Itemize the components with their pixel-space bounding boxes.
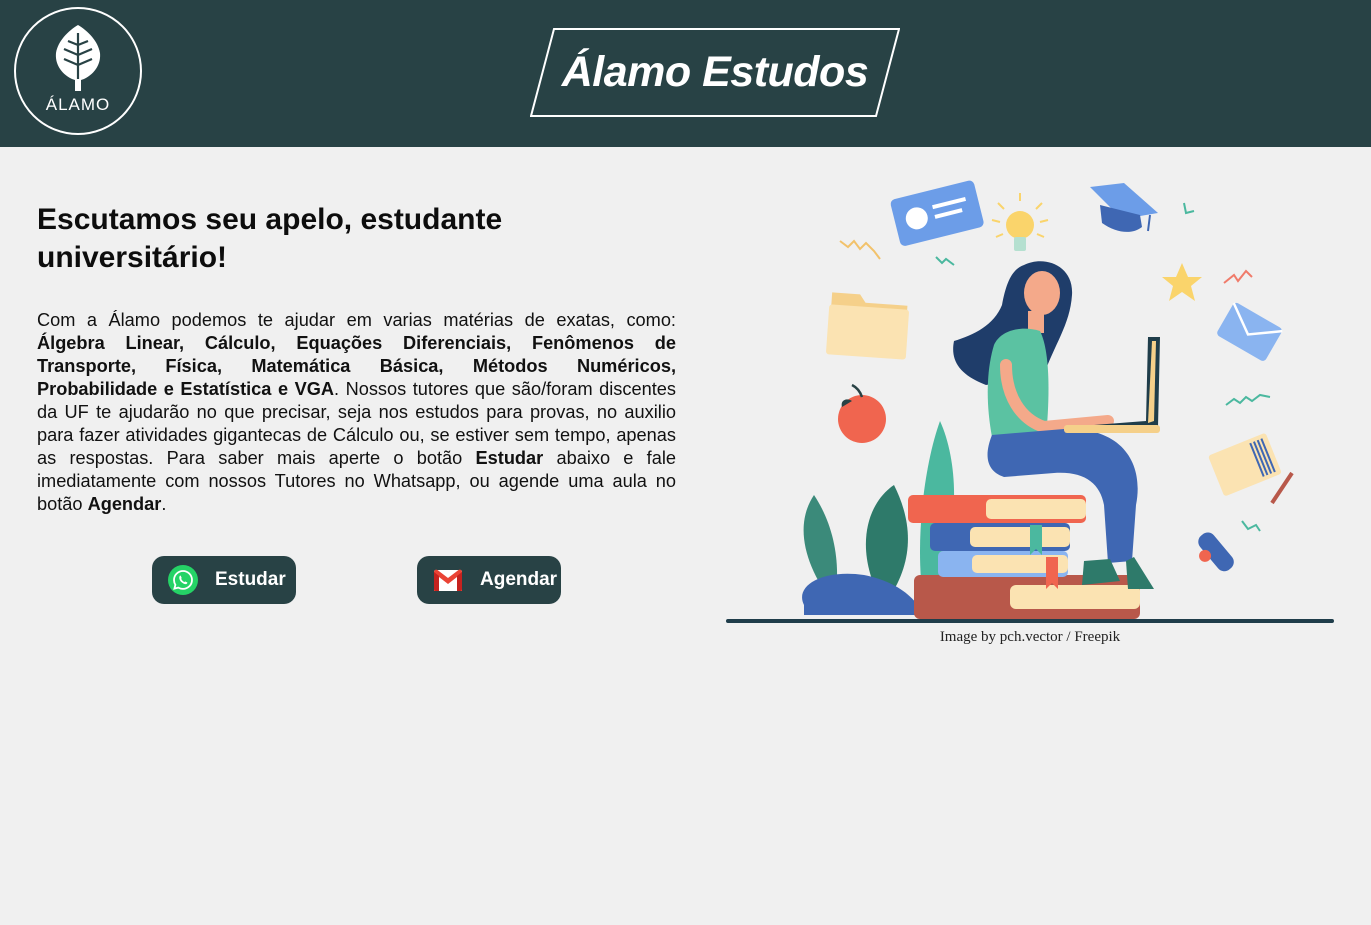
agendar-label: Agendar (480, 569, 558, 590)
folder-icon (826, 292, 909, 360)
para-estudar-word: Estudar (475, 448, 544, 468)
lightbulb-icon (991, 193, 1049, 251)
apple-icon (838, 383, 886, 443)
image-credit[interactable]: Image by pch.vector / Freepik (724, 629, 1336, 646)
hero-paragraph: Com a Álamo podemos te ajudar em varias … (37, 309, 676, 516)
whatsapp-icon (168, 565, 198, 595)
brand-title-box: Álamo Estudos (530, 28, 900, 118)
leaf-icon (55, 25, 101, 91)
para-intro: Com a Álamo podemos te ajudar em varias … (37, 310, 676, 330)
para-end: . (161, 494, 167, 514)
top-header: ÁLAMO Álamo Estudos (0, 0, 1371, 147)
hero-heading: Escutamos seu apelo, estudante universit… (37, 203, 503, 274)
notebook-icon (1208, 433, 1282, 496)
graduation-cap-icon (1090, 183, 1158, 232)
agendar-button[interactable]: Agendar (417, 556, 561, 604)
diploma-icon (1198, 532, 1234, 572)
page-title: Álamo Estudos (561, 48, 869, 96)
gmail-icon (434, 569, 462, 591)
id-card-icon (890, 180, 984, 246)
envelope-icon (1217, 302, 1283, 361)
estudar-button[interactable]: Estudar (152, 556, 296, 604)
student-illustration (726, 180, 1334, 623)
logo-label: ÁLAMO (45, 95, 111, 114)
para-agendar-word: Agendar (87, 494, 162, 514)
star-icon (1162, 263, 1202, 301)
alamo-logo[interactable]: ÁLAMO (14, 7, 142, 135)
estudar-label: Estudar (215, 569, 286, 590)
